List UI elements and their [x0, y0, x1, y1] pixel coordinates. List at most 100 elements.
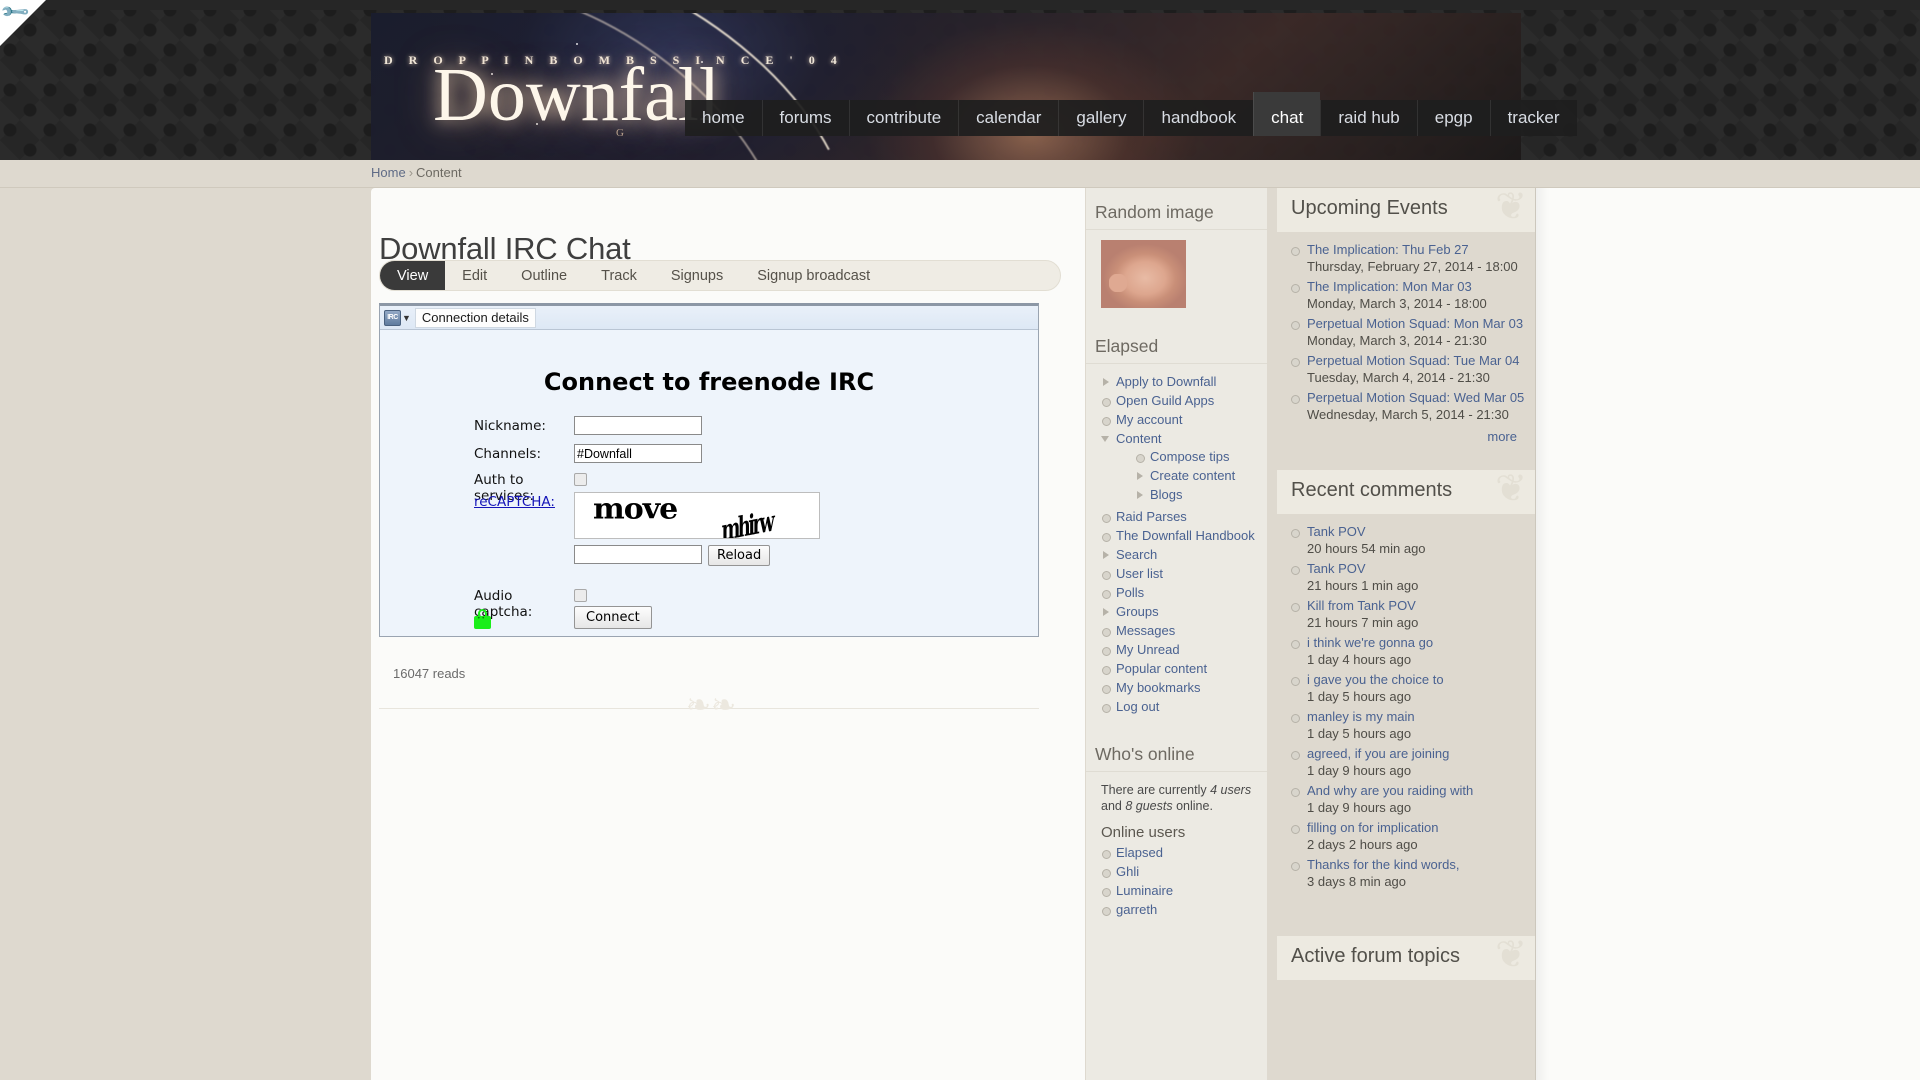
online-user-item[interactable]: Luminaire — [1100, 883, 1267, 902]
connect-button[interactable]: Connect — [574, 606, 652, 629]
menu-link[interactable]: My account — [1116, 412, 1182, 427]
tab-edit[interactable]: Edit — [445, 261, 504, 290]
menu-item-downfall-handbook[interactable]: The Downfall Handbook — [1100, 528, 1267, 547]
menu-item-polls[interactable]: Polls — [1100, 585, 1267, 604]
auth-to-services-checkbox[interactable] — [574, 473, 587, 486]
nav-item-forums[interactable]: forums — [761, 100, 849, 136]
recaptcha-link[interactable]: reCAPTCHA: — [474, 494, 555, 510]
menu-link[interactable]: Create content — [1150, 468, 1235, 483]
audio-captcha-checkbox[interactable] — [574, 589, 587, 602]
menu-item-messages[interactable]: Messages — [1100, 623, 1267, 642]
comment-link[interactable]: i gave you the choice to — [1307, 672, 1444, 687]
menu-item-raid-parses[interactable]: Raid Parses — [1100, 509, 1267, 528]
menu-link[interactable]: Blogs — [1150, 487, 1183, 502]
nav-item-epgp[interactable]: epgp — [1416, 100, 1490, 136]
nav-item-raid-hub[interactable]: raid hub — [1320, 100, 1416, 136]
comment-item[interactable]: filling on for implication 2 days 2 hours… — [1289, 820, 1525, 857]
menu-item-my-account[interactable]: My account — [1100, 412, 1267, 431]
comment-link[interactable]: Tank POV — [1307, 524, 1366, 539]
event-item[interactable]: Perpetual Motion Squad: Mon Mar 03 Monda… — [1289, 316, 1525, 353]
reload-captcha-button[interactable]: Reload — [708, 545, 771, 566]
online-user-item[interactable]: garreth — [1100, 902, 1267, 921]
menu-link[interactable]: Apply to Downfall — [1116, 374, 1216, 389]
connection-details-menu[interactable]: Connection details — [414, 307, 536, 328]
menu-item-user-list[interactable]: User list — [1100, 566, 1267, 585]
menu-item-content[interactable]: Content Compose tips Create content Blog… — [1100, 431, 1267, 509]
comment-link[interactable]: Kill from Tank POV — [1307, 598, 1416, 613]
comment-link[interactable]: i think we're gonna go — [1307, 635, 1433, 650]
comment-link[interactable]: Tank POV — [1307, 561, 1366, 576]
random-image[interactable] — [1101, 240, 1186, 308]
menu-link[interactable]: Polls — [1116, 585, 1144, 600]
online-user-item[interactable]: Ghli — [1100, 864, 1267, 883]
menu-link[interactable]: Raid Parses — [1116, 509, 1187, 524]
menu-item-my-unread[interactable]: My Unread — [1100, 642, 1267, 661]
captcha-answer-input[interactable] — [574, 545, 702, 564]
tab-track[interactable]: Track — [584, 261, 654, 290]
menu-item-apply-to-downfall[interactable]: Apply to Downfall — [1100, 374, 1267, 393]
menu-link[interactable]: Open Guild Apps — [1116, 393, 1214, 408]
online-user-link[interactable]: Elapsed — [1116, 845, 1163, 860]
nav-item-gallery[interactable]: gallery — [1058, 100, 1143, 136]
menu-item-search[interactable]: Search — [1100, 547, 1267, 566]
comment-link[interactable]: agreed, if you are joining — [1307, 746, 1449, 761]
submenu-item-blogs[interactable]: Blogs — [1134, 487, 1267, 506]
event-link[interactable]: The Implication: Thu Feb 27 — [1307, 242, 1469, 257]
submenu-item-compose-tips[interactable]: Compose tips — [1134, 449, 1267, 468]
nav-item-tracker[interactable]: tracker — [1489, 100, 1577, 136]
comment-item[interactable]: And why are you raiding with 1 day 9 hour… — [1289, 783, 1525, 820]
menu-link[interactable]: Groups — [1116, 604, 1159, 619]
menu-item-groups[interactable]: Groups — [1100, 604, 1267, 623]
menu-link[interactable]: My bookmarks — [1116, 680, 1201, 695]
comment-link[interactable]: And why are you raiding with — [1307, 783, 1473, 798]
online-user-link[interactable]: Luminaire — [1116, 883, 1173, 898]
online-user-link[interactable]: garreth — [1116, 902, 1157, 917]
comment-item[interactable]: Tank POV 21 hours 1 min ago — [1289, 561, 1525, 598]
comment-link[interactable]: filling on for implication — [1307, 820, 1439, 835]
menu-item-popular-content[interactable]: Popular content — [1100, 661, 1267, 680]
nav-item-handbook[interactable]: handbook — [1143, 100, 1253, 136]
comment-item[interactable]: agreed, if you are joining 1 day 9 hours … — [1289, 746, 1525, 783]
event-item[interactable]: Perpetual Motion Squad: Wed Mar 05 Wedne… — [1289, 390, 1525, 427]
comment-item[interactable]: i gave you the choice to 1 day 5 hours ag… — [1289, 672, 1525, 709]
more-link[interactable]: more — [1487, 429, 1517, 444]
submenu-item-create-content[interactable]: Create content — [1134, 468, 1267, 487]
menu-link[interactable]: Compose tips — [1150, 449, 1229, 464]
comment-link[interactable]: Thanks for the kind words, — [1307, 857, 1459, 872]
comment-item[interactable]: Tank POV 20 hours 54 min ago — [1289, 524, 1525, 561]
menu-link[interactable]: Search — [1116, 547, 1157, 562]
menu-item-open-guild-apps[interactable]: Open Guild Apps — [1100, 393, 1267, 412]
menu-link[interactable]: Content — [1116, 431, 1162, 446]
nav-item-contribute[interactable]: contribute — [848, 100, 959, 136]
menu-item-my-bookmarks[interactable]: My bookmarks — [1100, 680, 1267, 699]
tab-signups[interactable]: Signups — [654, 261, 740, 290]
event-link[interactable]: The Implication: Mon Mar 03 — [1307, 279, 1472, 294]
event-item[interactable]: The Implication: Mon Mar 03 Monday, Marc… — [1289, 279, 1525, 316]
event-link[interactable]: Perpetual Motion Squad: Wed Mar 05 — [1307, 390, 1524, 405]
comment-item[interactable]: manley is my main 1 day 5 hours ago — [1289, 709, 1525, 746]
comment-item[interactable]: Thanks for the kind words, 3 days 8 min a… — [1289, 857, 1525, 894]
tab-signup-broadcast[interactable]: Signup broadcast — [740, 261, 887, 290]
nav-item-chat[interactable]: chat — [1253, 92, 1321, 136]
menu-link[interactable]: My Unread — [1116, 642, 1180, 657]
online-user-item[interactable]: Elapsed — [1100, 845, 1267, 864]
nav-item-home[interactable]: home — [685, 100, 762, 136]
menu-link[interactable]: Log out — [1116, 699, 1159, 714]
event-item[interactable]: Perpetual Motion Squad: Tue Mar 04 Tuesd… — [1289, 353, 1525, 390]
comment-item[interactable]: Kill from Tank POV 21 hours 7 min ago — [1289, 598, 1525, 635]
menu-link[interactable]: Popular content — [1116, 661, 1207, 676]
event-item[interactable]: The Implication: Thu Feb 27 Thursday, Fe… — [1289, 242, 1525, 279]
online-user-link[interactable]: Ghli — [1116, 864, 1139, 879]
comment-link[interactable]: manley is my main — [1307, 709, 1415, 724]
tab-view[interactable]: View — [380, 261, 446, 290]
tab-outline[interactable]: Outline — [504, 261, 584, 290]
chevron-down-icon[interactable]: ▼ — [402, 313, 411, 323]
channels-input[interactable] — [574, 444, 702, 463]
events-more[interactable]: more — [1277, 427, 1525, 444]
nav-item-calendar[interactable]: calendar — [958, 100, 1058, 136]
menu-link[interactable]: The Downfall Handbook — [1116, 528, 1255, 543]
event-link[interactable]: Perpetual Motion Squad: Mon Mar 03 — [1307, 316, 1523, 331]
menu-item-log-out[interactable]: Log out — [1100, 699, 1267, 718]
menu-link[interactable]: User list — [1116, 566, 1163, 581]
nickname-input[interactable] — [574, 416, 702, 435]
